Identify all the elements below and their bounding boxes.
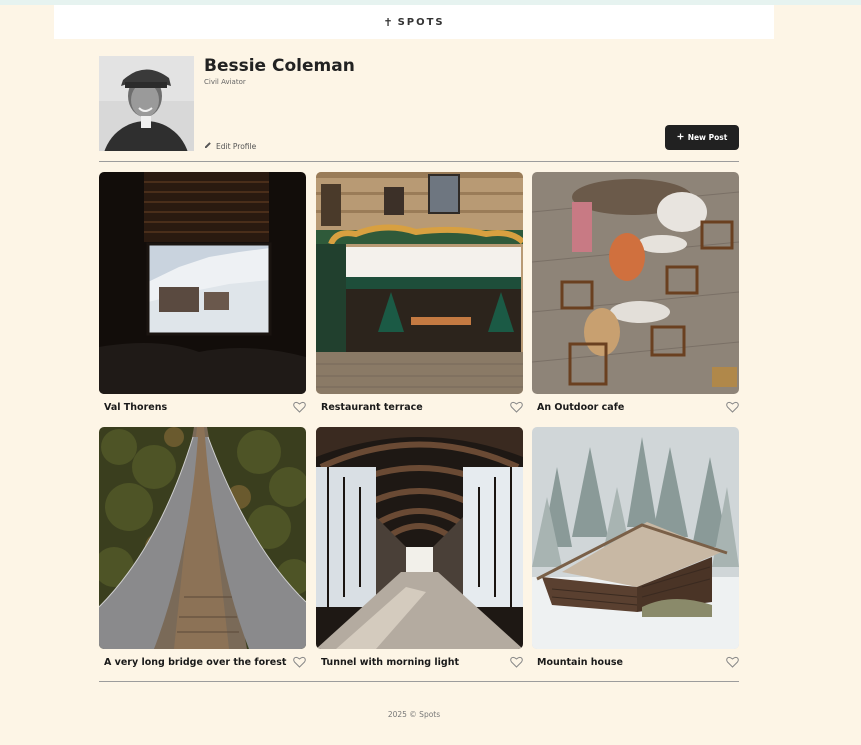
card-title: Val Thorens [104, 401, 168, 413]
card: Restaurant terrace [316, 172, 523, 413]
heart-icon[interactable] [293, 656, 306, 668]
edit-profile-label: Edit Profile [216, 141, 257, 151]
logo[interactable]: ✝ SPOTS [383, 16, 444, 29]
site-footer: 2025 © Spots [0, 710, 828, 719]
card-footer: Tunnel with morning light [316, 655, 523, 669]
site-header: ✝ SPOTS [54, 5, 774, 39]
heart-icon[interactable] [510, 656, 523, 668]
card-title: An Outdoor cafe [537, 401, 625, 413]
card-image[interactable] [316, 427, 523, 649]
card-title: Mountain house [537, 656, 623, 668]
card-title: Restaurant terrace [321, 401, 423, 413]
avatar [99, 56, 194, 151]
heart-icon[interactable] [726, 656, 739, 668]
card: A very long bridge over the forest [99, 427, 306, 668]
card-image[interactable] [316, 172, 523, 394]
card: Val Thorens [99, 172, 306, 413]
card-title: A very long bridge over the forest [104, 656, 287, 668]
card-footer: Val Thorens [99, 400, 306, 414]
pencil-icon [204, 141, 212, 151]
card-image[interactable] [99, 427, 306, 649]
card-image[interactable] [532, 172, 739, 394]
new-post-button[interactable]: New Post [665, 125, 739, 150]
card-title: Tunnel with morning light [321, 656, 459, 668]
heart-icon[interactable] [510, 401, 523, 413]
heart-icon[interactable] [293, 401, 306, 413]
card: Tunnel with morning light [316, 427, 523, 668]
card-footer: Restaurant terrace [316, 400, 523, 414]
copyright-text: 2025 © Spots [387, 710, 441, 719]
card-footer: An Outdoor cafe [532, 400, 739, 414]
edit-profile-button[interactable]: Edit Profile [204, 141, 256, 151]
card-footer: A very long bridge over the forest [99, 655, 306, 669]
logo-icon: ✝ [383, 15, 395, 29]
profile-description: Civil Aviator [204, 78, 246, 86]
card-image[interactable] [532, 427, 739, 649]
new-post-label: New Post [687, 133, 728, 142]
profile-name: Bessie Coleman [204, 56, 355, 76]
plus-icon [677, 133, 684, 142]
card-image[interactable] [99, 172, 306, 394]
profile-divider [99, 161, 739, 162]
card: Mountain house [532, 427, 739, 668]
card: An Outdoor cafe [532, 172, 739, 413]
heart-icon[interactable] [726, 401, 739, 413]
logo-text: SPOTS [397, 16, 445, 28]
profile-section: Bessie Coleman Civil Aviator Edit Profil… [99, 56, 739, 152]
card-footer: Mountain house [532, 655, 739, 669]
footer-divider [99, 681, 739, 682]
